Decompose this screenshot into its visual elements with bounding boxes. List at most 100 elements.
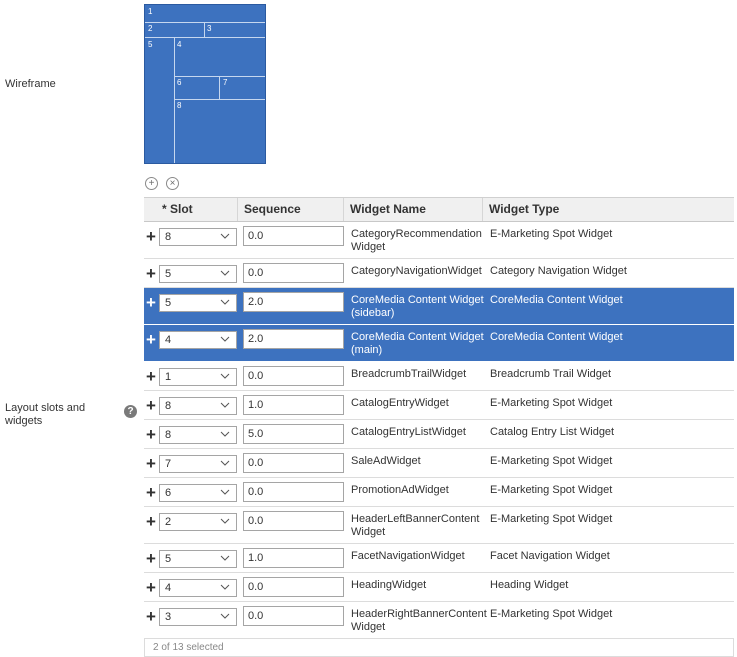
widget-type: E-Marketing Spot Widget xyxy=(490,484,613,496)
layout-slots-label-line1: Layout slots and xyxy=(5,402,86,414)
slot-value: 8 xyxy=(165,429,172,441)
table-row[interactable]: +8 CategoryRecommendation Widget E-Marketi… xyxy=(144,222,734,259)
column-header-slot[interactable]: * Slot xyxy=(144,198,238,221)
chevron-down-icon xyxy=(220,489,230,495)
expand-row-icon[interactable]: + xyxy=(146,265,156,282)
sequence-input[interactable] xyxy=(243,453,344,473)
wireframe-slot-8: 8 xyxy=(177,101,182,110)
slot-select[interactable]: 8 xyxy=(159,397,237,415)
expand-row-icon[interactable]: + xyxy=(146,426,156,443)
sequence-input[interactable] xyxy=(243,511,344,531)
sequence-input[interactable] xyxy=(243,548,344,568)
sequence-input[interactable] xyxy=(243,424,344,444)
slot-value: 5 xyxy=(165,553,172,565)
chevron-down-icon xyxy=(220,584,230,590)
chevron-down-icon xyxy=(220,336,230,342)
expand-row-icon[interactable]: + xyxy=(146,550,156,567)
table-row[interactable]: +1 BreadcrumbTrailWidget Breadcrumb Trail … xyxy=(144,362,734,391)
expand-row-icon[interactable]: + xyxy=(146,608,156,625)
expand-row-icon[interactable]: + xyxy=(146,513,156,530)
table-row[interactable]: +5 FacetNavigationWidget Facet Navigation … xyxy=(144,544,734,573)
slot-select[interactable]: 4 xyxy=(159,579,237,597)
table-row[interactable]: +3 HeaderRightBannerContent WidgetE-Marke… xyxy=(144,602,734,639)
table-row[interactable]: +4 HeadingWidget Heading Widget xyxy=(144,573,734,602)
slot-value: 2 xyxy=(165,516,172,528)
widget-name: CatalogEntryWidget xyxy=(351,397,449,409)
table-row[interactable]: +2 HeaderLeftBannerContentWidget E-Marketi… xyxy=(144,507,734,544)
expand-row-icon[interactable]: + xyxy=(146,228,156,245)
table-row[interactable]: +7 SaleAdWidget E-Marketing Spot Widget xyxy=(144,449,734,478)
slot-select[interactable]: 4 xyxy=(159,331,237,349)
slot-select[interactable]: 8 xyxy=(159,426,237,444)
sequence-input[interactable] xyxy=(243,482,344,502)
chevron-down-icon xyxy=(220,518,230,524)
sequence-input[interactable] xyxy=(243,226,344,246)
widget-type: CoreMedia Content Widget xyxy=(490,331,623,343)
sequence-input[interactable] xyxy=(243,395,344,415)
slot-value: 1 xyxy=(165,371,172,383)
slot-select[interactable]: 8 xyxy=(159,228,237,246)
expand-row-icon[interactable]: + xyxy=(146,579,156,596)
layout-slots-table: * Slot Sequence Widget Name Widget Type … xyxy=(144,197,734,657)
chevron-down-icon xyxy=(220,431,230,437)
wireframe-label: Wireframe xyxy=(5,78,56,90)
wireframe-slot-2: 2 xyxy=(148,24,153,33)
chevron-down-icon xyxy=(220,555,230,561)
slot-value: 5 xyxy=(165,297,172,309)
expand-row-icon[interactable]: + xyxy=(146,397,156,414)
slot-select[interactable]: 1 xyxy=(159,368,237,386)
widget-name: CatalogEntryListWidget xyxy=(351,426,466,438)
slot-select[interactable]: 2 xyxy=(159,513,237,531)
layout-slots-label: Layout slots and widgets xyxy=(5,402,85,428)
wireframe-slot-6: 6 xyxy=(177,78,182,87)
wireframe-slot-5: 5 xyxy=(148,40,153,49)
slot-select[interactable]: 5 xyxy=(159,265,237,283)
wireframe-slot-3: 3 xyxy=(207,24,212,33)
selection-status: 2 of 13 selected xyxy=(144,639,734,657)
widget-type: E-Marketing Spot Widget xyxy=(490,513,613,525)
expand-row-icon[interactable]: + xyxy=(146,455,156,472)
column-header-widget-type[interactable]: Widget Type xyxy=(483,198,734,221)
widget-name: CategoryNavigationWidget xyxy=(351,265,482,277)
slot-select[interactable]: 5 xyxy=(159,550,237,568)
help-icon[interactable]: ? xyxy=(124,405,137,418)
sequence-input[interactable] xyxy=(243,292,344,312)
chevron-down-icon xyxy=(220,233,230,239)
widget-type: E-Marketing Spot Widget xyxy=(490,608,613,620)
widget-name: CoreMedia Content Widget (main) xyxy=(351,331,484,356)
sequence-input[interactable] xyxy=(243,606,344,626)
sequence-input[interactable] xyxy=(243,263,344,283)
add-row-icon[interactable]: + xyxy=(145,177,158,190)
chevron-down-icon xyxy=(220,270,230,276)
expand-row-icon[interactable]: + xyxy=(146,484,156,501)
slot-select[interactable]: 7 xyxy=(159,455,237,473)
table-row[interactable]: +5 CoreMedia Content Widget (sidebar) Core… xyxy=(144,288,734,325)
column-header-widget-name[interactable]: Widget Name xyxy=(344,198,483,221)
slot-value: 8 xyxy=(165,400,172,412)
table-row[interactable]: +5 CategoryNavigationWidget Category Navig… xyxy=(144,259,734,288)
slot-select[interactable]: 3 xyxy=(159,608,237,626)
widget-name: PromotionAdWidget xyxy=(351,484,449,496)
slot-value: 3 xyxy=(165,611,172,623)
sequence-input[interactable] xyxy=(243,366,344,386)
table-row[interactable]: +4 CoreMedia Content Widget (main) CoreMed… xyxy=(144,325,734,362)
slot-value: 8 xyxy=(165,231,172,243)
sequence-input[interactable] xyxy=(243,577,344,597)
remove-row-icon[interactable]: × xyxy=(166,177,179,190)
widget-type: Facet Navigation Widget xyxy=(490,550,610,562)
expand-row-icon[interactable]: + xyxy=(146,294,156,311)
widget-name: FacetNavigationWidget xyxy=(351,550,465,562)
sequence-input[interactable] xyxy=(243,329,344,349)
table-row[interactable]: +6 PromotionAdWidget E-Marketing Spot Widg… xyxy=(144,478,734,507)
expand-row-icon[interactable]: + xyxy=(146,368,156,385)
column-header-sequence[interactable]: Sequence xyxy=(238,198,344,221)
expand-row-icon[interactable]: + xyxy=(146,331,156,348)
chevron-down-icon xyxy=(220,402,230,408)
slot-select[interactable]: 5 xyxy=(159,294,237,312)
slot-select[interactable]: 6 xyxy=(159,484,237,502)
widget-name: HeaderRightBannerContent Widget xyxy=(351,608,487,633)
widget-name: SaleAdWidget xyxy=(351,455,421,467)
table-row[interactable]: +8 CatalogEntryWidget E-Marketing Spot Wid… xyxy=(144,391,734,420)
table-row[interactable]: +8 CatalogEntryListWidget Catalog Entry Li… xyxy=(144,420,734,449)
chevron-down-icon xyxy=(220,613,230,619)
